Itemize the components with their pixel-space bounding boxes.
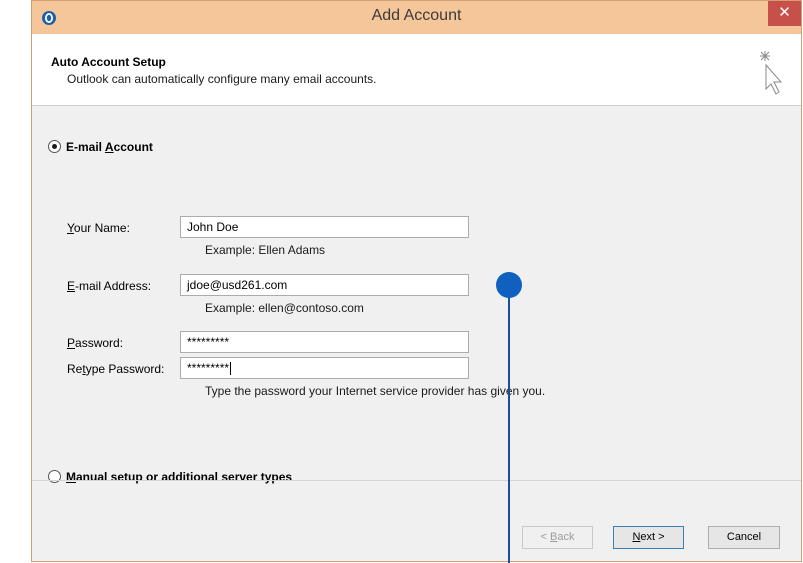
callout-dot (496, 272, 522, 298)
add-account-window: Add Account ✕ Auto Account Setup Outlook… (31, 0, 802, 562)
window-title: Add Account (371, 7, 462, 24)
retype-password-value: ********* (187, 361, 230, 375)
email-account-radio[interactable] (48, 140, 61, 153)
retype-password-input[interactable]: ********* (180, 357, 469, 379)
callout-line (508, 287, 510, 563)
text-caret (230, 362, 232, 376)
back-button[interactable]: < Back (522, 526, 593, 549)
password-input[interactable]: ********* (180, 331, 469, 353)
email-address-input[interactable]: jdoe@usd261.com (180, 274, 469, 296)
email-address-label: E-mail Address: (67, 279, 152, 293)
wizard-footer (32, 480, 801, 562)
your-name-label: Your Name: (67, 221, 130, 235)
email-address-example: Example: ellen@contoso.com (205, 301, 364, 315)
password-hint: Type the password your Internet service … (205, 384, 546, 398)
header-title: Auto Account Setup (51, 55, 166, 69)
header-subtitle: Outlook can automatically configure many… (67, 72, 377, 86)
title-bar: Add Account ✕ (32, 1, 801, 34)
cancel-button[interactable]: Cancel (708, 526, 780, 549)
email-account-label[interactable]: E-mail Account (66, 140, 153, 154)
your-name-example: Example: Ellen Adams (205, 243, 326, 257)
cursor-sparkle-icon (760, 51, 783, 95)
retype-password-label: Retype Password: (67, 362, 165, 376)
password-label: Password: (67, 336, 124, 350)
next-button[interactable]: Next > (613, 526, 684, 549)
your-name-input[interactable]: John Doe (180, 216, 469, 238)
close-button[interactable]: ✕ (768, 1, 801, 26)
wizard-header: Auto Account Setup Outlook can automatic… (32, 34, 801, 106)
